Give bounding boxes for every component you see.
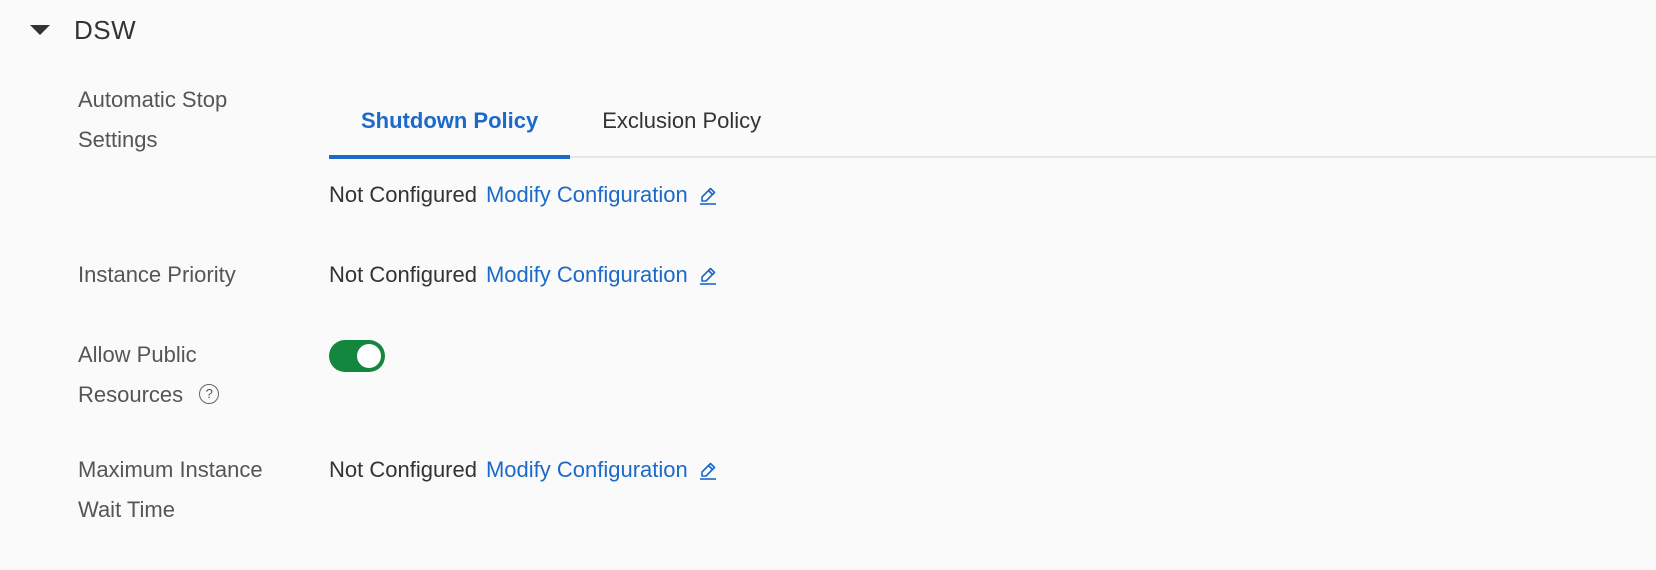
instance-priority-modify-link[interactable]: Modify Configuration — [486, 255, 718, 295]
instance-priority-label: Instance Priority — [78, 262, 236, 287]
instance-priority-status: Not Configured — [329, 262, 477, 287]
question-circle-icon[interactable]: ? — [199, 384, 220, 405]
edit-icon[interactable] — [698, 185, 718, 205]
automatic-stop-value-row: Not Configured Modify Configuration — [329, 175, 718, 215]
allow-public-label-line1: Allow Public — [78, 342, 197, 367]
max-wait-label-line2: Wait Time — [78, 497, 175, 522]
toggle-knob — [357, 344, 381, 368]
max-wait-time-value-row: Not Configured Modify Configuration — [329, 450, 718, 490]
automatic-stop-modify-link[interactable]: Modify Configuration — [486, 175, 718, 215]
edit-icon[interactable] — [698, 460, 718, 480]
automatic-stop-settings-label: Automatic Stop Settings — [78, 80, 308, 160]
max-wait-label-line1: Maximum Instance — [78, 457, 263, 482]
stop-policy-tabs: Shutdown Policy Exclusion Policy — [329, 90, 1656, 159]
automatic-stop-modify-label: Modify Configuration — [485, 182, 688, 207]
max-wait-time-modify-label: Modify Configuration — [485, 457, 688, 482]
instance-priority-modify-label: Modify Configuration — [485, 262, 688, 287]
tab-exclusion-policy[interactable]: Exclusion Policy — [570, 90, 793, 156]
section-title: DSW — [74, 14, 137, 45]
instance-priority-value-row: Not Configured Modify Configuration — [329, 255, 718, 295]
tab-shutdown-policy[interactable]: Shutdown Policy — [329, 90, 571, 159]
allow-public-resources-toggle[interactable] — [329, 340, 385, 372]
max-wait-time-status: Not Configured — [329, 457, 477, 482]
allow-public-label-line2-wrap: Resources ? — [78, 375, 308, 415]
automatic-stop-label-line2: Settings — [78, 127, 158, 152]
edit-icon[interactable] — [698, 265, 718, 285]
max-wait-time-modify-link[interactable]: Modify Configuration — [486, 450, 718, 490]
allow-public-resources-label: Allow Public Resources ? — [78, 335, 308, 415]
section-header-dsw[interactable]: DSW — [30, 10, 136, 50]
automatic-stop-label-line1: Automatic Stop — [78, 87, 228, 112]
allow-public-label-line2: Resources — [78, 382, 184, 407]
max-wait-time-label: Maximum Instance Wait Time — [78, 450, 308, 530]
automatic-stop-status: Not Configured — [329, 182, 477, 207]
caret-down-icon[interactable] — [30, 25, 50, 35]
